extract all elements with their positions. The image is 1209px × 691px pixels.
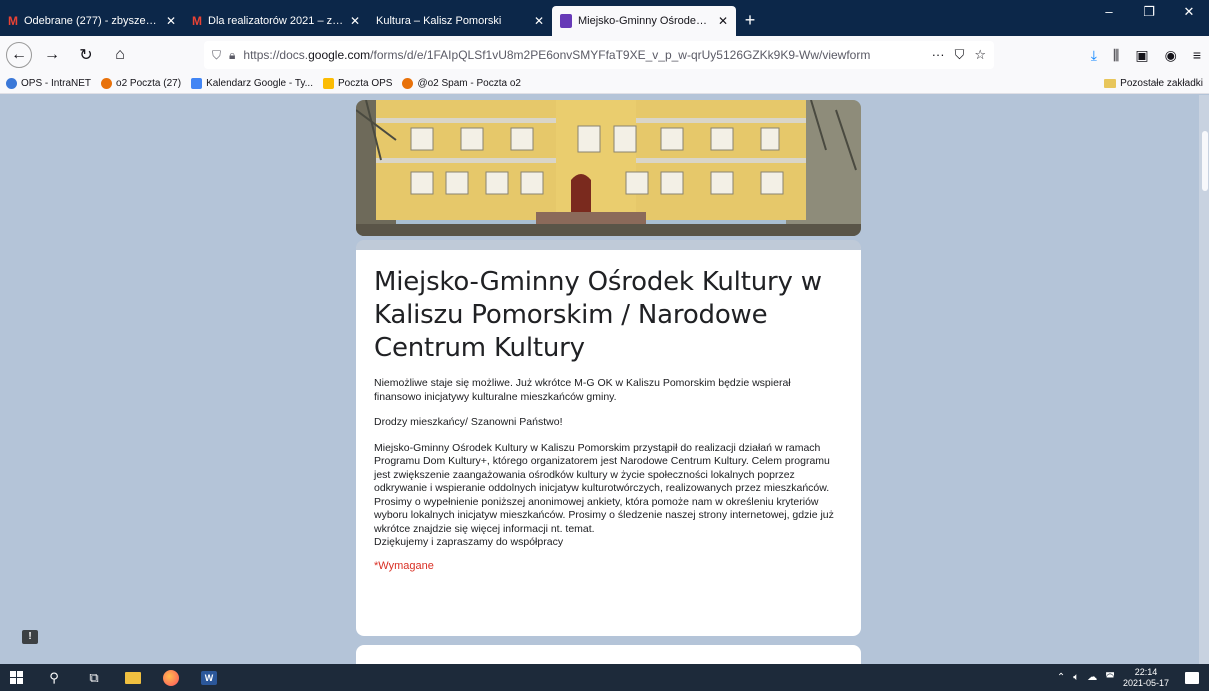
- tab-label: Odebrane (277) - zbyszeklukas: [24, 15, 160, 27]
- toolbar-right: ⤓ ⫼ ▣ ◉ ≡: [1091, 41, 1201, 69]
- arrow-right-icon: →: [44, 46, 60, 63]
- restore-button[interactable]: ❐: [1129, 0, 1169, 36]
- google-forms-icon: [560, 14, 572, 28]
- notification-icon[interactable]: [1185, 671, 1199, 684]
- o2-icon: [402, 78, 414, 89]
- form-question-card: [356, 645, 861, 664]
- mail-icon: [322, 78, 334, 89]
- more-actions-icon[interactable]: ···: [932, 47, 945, 63]
- feedback-icon: !: [28, 631, 32, 642]
- network-icon[interactable]: ◚: [1105, 672, 1115, 683]
- sidebar-icon[interactable]: ▣: [1135, 47, 1148, 64]
- folder-icon: [1104, 79, 1117, 88]
- form-title: Miejsko-Gminny Ośrodek Kultury w Kaliszu…: [374, 267, 822, 363]
- scrollbar-thumb[interactable]: [1202, 131, 1208, 191]
- required-note: *Wymagane: [374, 559, 434, 572]
- firefox-icon[interactable]: [163, 669, 179, 686]
- gmail-icon: M: [8, 14, 18, 28]
- bookmark-item[interactable]: OPS - IntraNET: [6, 78, 91, 89]
- bookmark-item[interactable]: o2 Poczta (27): [101, 78, 181, 89]
- url-text: https://docs.google.com/forms/d/e/1FAIpQ…: [243, 48, 871, 62]
- description-paragraph: Miejsko-Gminny Ośrodek Kultury w Kaliszu…: [374, 441, 830, 495]
- task-view-icon[interactable]: ⧉: [85, 670, 103, 686]
- windows-taskbar: ⚲ ⧉ W ⌃ 🔈︎ ☁ ◚ 22:14 2021-05-17: [0, 664, 1209, 691]
- home-icon: ⌂: [115, 46, 125, 63]
- form-description: Niemożliwe staje się możliwe. Już wkrótc…: [374, 377, 837, 550]
- tab-kultura[interactable]: Kultura – Kalisz Pomorski ✕: [368, 6, 552, 36]
- menu-icon[interactable]: ≡: [1193, 47, 1201, 63]
- navigation-bar: ← → ↻ ⌂ ⛉ 🔒︎ https://docs.google.com/for…: [0, 36, 1209, 74]
- clock[interactable]: 22:14 2021-05-17: [1123, 667, 1169, 689]
- system-tray: ⌃ 🔈︎ ☁ ◚ 22:14 2021-05-17: [1057, 667, 1199, 689]
- bookmarks-bar: OPS - IntraNET o2 Poczta (27) Kalendarz …: [0, 74, 1209, 94]
- globe-icon: [6, 78, 17, 89]
- o2-icon: [101, 78, 113, 89]
- calendar-icon: [191, 78, 203, 89]
- tab-inbox[interactable]: M Odebrane (277) - zbyszeklukas ✕: [0, 6, 184, 36]
- file-explorer-icon[interactable]: [125, 671, 141, 684]
- bookmark-item[interactable]: @o2 Spam - Poczta o2: [402, 78, 521, 89]
- download-icon[interactable]: ⤓: [1091, 47, 1097, 64]
- reload-button[interactable]: ↻: [72, 41, 100, 69]
- building-photo: [356, 100, 861, 236]
- tab-form-active[interactable]: Miejsko-Gminny Ośrodek Kultu ✕: [552, 6, 736, 36]
- description-paragraph: Drodzy mieszkańcy/ Szanowni Państwo!: [374, 416, 563, 428]
- url-bar[interactable]: ⛉ 🔒︎ https://docs.google.com/forms/d/e/1…: [204, 41, 994, 69]
- cloud-icon[interactable]: ☁: [1087, 672, 1097, 683]
- search-icon[interactable]: ⚲: [45, 670, 63, 686]
- tab-label: Miejsko-Gminny Ośrodek Kultu: [578, 15, 712, 27]
- back-button[interactable]: ←: [6, 42, 32, 68]
- window-controls: – ❐ ✕: [1089, 0, 1209, 36]
- shield-icon[interactable]: ⛉: [212, 48, 221, 63]
- new-tab-button[interactable]: +: [736, 6, 764, 36]
- word-icon[interactable]: W: [201, 670, 217, 685]
- chevron-up-icon[interactable]: ⌃: [1057, 672, 1065, 683]
- windows-start-icon[interactable]: [10, 671, 23, 684]
- url-actions: ··· ⛉ ☆: [932, 47, 986, 63]
- tab-realizatorzy[interactable]: M Dla realizatorów 2021 – zaprosz ✕: [184, 6, 368, 36]
- account-icon[interactable]: ◉: [1165, 47, 1177, 64]
- forward-button[interactable]: →: [38, 41, 66, 69]
- bookmark-star-icon[interactable]: ☆: [974, 47, 986, 63]
- bookmark-item[interactable]: Kalendarz Google - Ty...: [191, 78, 313, 89]
- minimize-button[interactable]: –: [1089, 0, 1129, 36]
- feedback-button[interactable]: !: [22, 630, 38, 644]
- header-image: [356, 100, 861, 236]
- close-icon[interactable]: ✕: [718, 14, 728, 28]
- clock-date: 2021-05-17: [1122, 677, 1169, 688]
- gmail-icon: M: [192, 14, 202, 28]
- pocket-icon[interactable]: ⛉: [955, 47, 965, 63]
- description-paragraph: Niemożliwe staje się możliwe. Już wkrótc…: [374, 377, 791, 403]
- tab-label: Dla realizatorów 2021 – zaprosz: [208, 15, 344, 27]
- form-header-card: Miejsko-Gminny Ośrodek Kultury w Kaliszu…: [356, 240, 861, 636]
- page-content: Miejsko-Gminny Ośrodek Kultury w Kaliszu…: [0, 95, 1209, 664]
- clock-time: 22:14: [1134, 666, 1158, 677]
- close-window-button[interactable]: ✕: [1169, 0, 1209, 36]
- tab-bar: M Odebrane (277) - zbyszeklukas ✕ M Dla …: [0, 0, 1209, 36]
- scrollbar[interactable]: [1199, 95, 1209, 664]
- tab-label: Kultura – Kalisz Pomorski: [376, 15, 502, 27]
- arrow-left-icon: ←: [11, 46, 27, 63]
- home-button[interactable]: ⌂: [106, 41, 134, 69]
- bookmark-item[interactable]: Poczta OPS: [322, 78, 392, 89]
- description-paragraph: Dziękujemy i zapraszamy do współpracy: [374, 536, 564, 548]
- close-icon[interactable]: ✕: [350, 14, 360, 28]
- lock-icon[interactable]: 🔒︎: [229, 48, 235, 63]
- description-paragraph: Prosimy o wypełnienie poniższej anonimow…: [374, 495, 834, 535]
- speaker-icon[interactable]: 🔈︎: [1073, 672, 1079, 683]
- reload-icon: ↻: [79, 47, 93, 64]
- other-bookmarks[interactable]: Pozostałe zakładki: [1104, 78, 1203, 89]
- close-icon[interactable]: ✕: [534, 14, 544, 28]
- library-icon[interactable]: ⫼: [1113, 47, 1119, 64]
- close-icon[interactable]: ✕: [166, 14, 176, 28]
